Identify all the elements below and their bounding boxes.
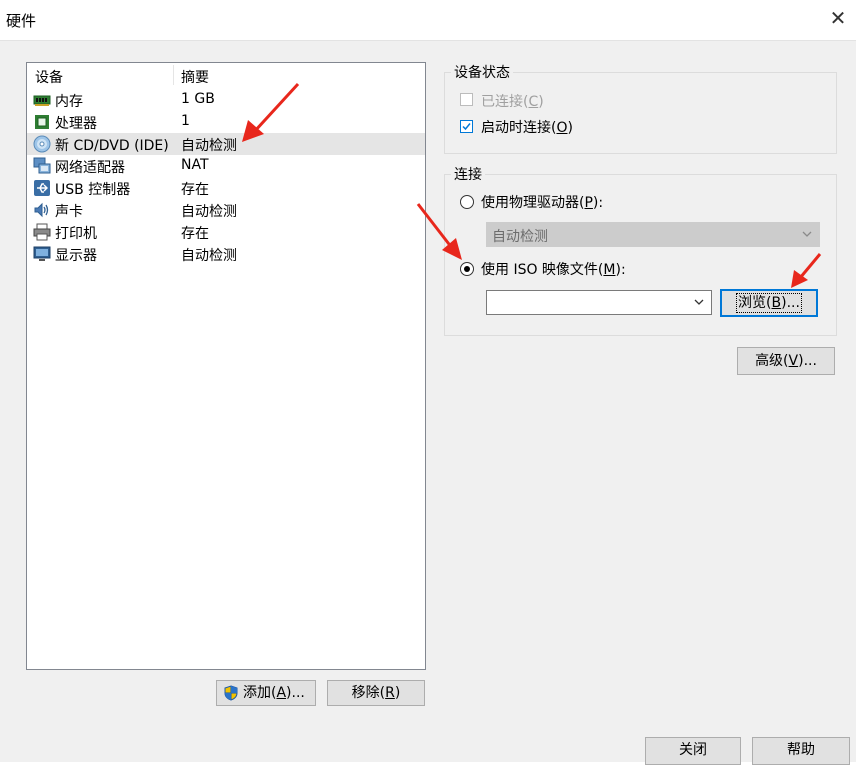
network-adapter-icon <box>33 157 51 174</box>
add-button-label: 添加(A)... <box>243 685 305 701</box>
device-name: 声卡 <box>55 204 83 220</box>
device-summary: 1 <box>181 113 190 129</box>
device-row-processor[interactable]: 处理器 1 <box>27 111 425 133</box>
remove-button[interactable]: 移除(R) <box>327 680 425 706</box>
device-summary: 自动检测 <box>181 204 237 220</box>
iso-image-radio[interactable] <box>460 262 474 276</box>
cd-dvd-icon <box>33 135 51 153</box>
memory-icon <box>33 95 51 106</box>
advanced-button-label: 高级(V)... <box>755 353 817 369</box>
window-title: 硬件 <box>6 12 37 30</box>
chevron-down-icon[interactable] <box>693 296 705 308</box>
physical-drive-select[interactable]: 自动检测 <box>486 222 820 247</box>
column-header-summary[interactable]: 摘要 <box>181 67 209 87</box>
checkmark-icon <box>462 123 471 131</box>
device-name: 打印机 <box>55 226 97 242</box>
physical-drive-label: 使用物理驱动器(P): <box>481 195 604 211</box>
device-name: 处理器 <box>55 116 97 132</box>
close-button-label: 关闭 <box>679 742 707 758</box>
close-icon[interactable]: ✕ <box>828 8 848 28</box>
printer-icon <box>33 223 51 241</box>
column-divider[interactable] <box>173 65 174 85</box>
connect-at-power-on-label: 启动时连接(O) <box>481 120 573 136</box>
display-icon <box>33 246 51 261</box>
remove-button-label: 移除(R) <box>351 685 401 701</box>
connected-checkbox[interactable] <box>460 93 473 106</box>
device-summary: 自动检测 <box>181 138 237 154</box>
chevron-down-icon <box>802 231 812 237</box>
connection-label: 连接 <box>451 164 485 184</box>
device-name: 内存 <box>55 94 83 110</box>
device-row-memory[interactable]: 内存 1 GB <box>27 89 425 111</box>
shield-icon <box>224 685 238 701</box>
browse-button[interactable]: 浏览(B)... <box>720 289 818 317</box>
device-row-network-adapter[interactable]: 网络适配器 NAT <box>27 155 425 177</box>
device-row-cd-dvd[interactable]: 新 CD/DVD (IDE) 自动检测 <box>27 133 425 155</box>
device-summary: 1 GB <box>181 91 215 107</box>
device-name: USB 控制器 <box>55 182 131 198</box>
device-status-label: 设备状态 <box>451 62 513 82</box>
browse-button-label: 浏览(B)... <box>736 293 802 313</box>
physical-drive-select-value: 自动检测 <box>492 229 548 245</box>
sound-card-icon <box>34 202 49 218</box>
usb-icon <box>34 180 50 196</box>
device-summary: 存在 <box>181 182 209 198</box>
add-button[interactable]: 添加(A)... <box>216 680 316 706</box>
iso-image-label: 使用 ISO 映像文件(M): <box>481 262 626 278</box>
device-list[interactable]: 设备 摘要 内存 1 GB 处理器 1 新 CD/DVD (IDE) 自动检测 <box>26 62 426 670</box>
device-row-printer[interactable]: 打印机 存在 <box>27 221 425 243</box>
connect-at-power-on-checkbox[interactable] <box>460 120 473 133</box>
help-button-label: 帮助 <box>787 742 815 758</box>
device-name: 新 CD/DVD (IDE) <box>55 138 169 154</box>
physical-drive-radio[interactable] <box>460 195 474 209</box>
device-status-group <box>444 72 837 154</box>
column-header-device[interactable]: 设备 <box>35 67 63 87</box>
title-bar: 硬件 ✕ <box>0 0 856 40</box>
device-name: 网络适配器 <box>55 160 125 176</box>
device-summary: 存在 <box>181 226 209 242</box>
iso-path-combo[interactable] <box>486 290 712 315</box>
connected-label: 已连接(C) <box>481 94 544 110</box>
device-summary: NAT <box>181 157 209 173</box>
device-name: 显示器 <box>55 248 97 264</box>
device-row-sound-card[interactable]: 声卡 自动检测 <box>27 199 425 221</box>
device-summary: 自动检测 <box>181 248 237 264</box>
advanced-button[interactable]: 高级(V)... <box>737 347 835 375</box>
device-row-usb[interactable]: USB 控制器 存在 <box>27 177 425 199</box>
device-row-display[interactable]: 显示器 自动检测 <box>27 243 425 265</box>
processor-icon <box>35 115 49 129</box>
device-list-header: 设备 摘要 <box>27 63 425 87</box>
